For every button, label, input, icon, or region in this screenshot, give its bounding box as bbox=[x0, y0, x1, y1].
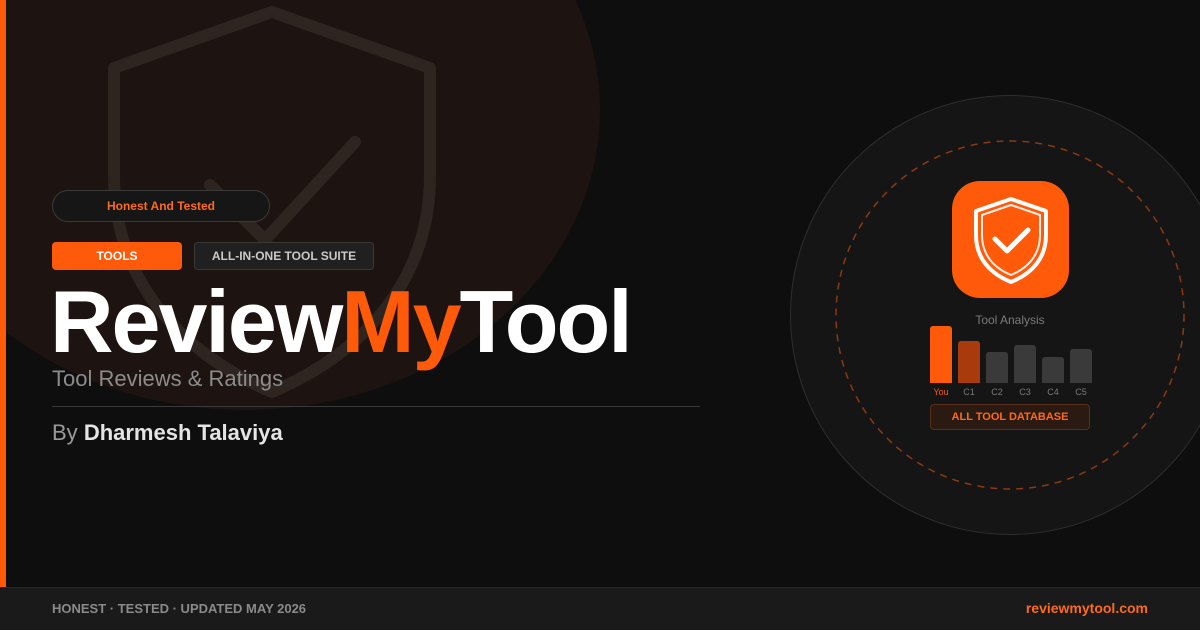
analysis-bar-you bbox=[930, 326, 952, 383]
analysis-bar-label: C5 bbox=[1075, 387, 1087, 397]
byline-prefix: By bbox=[52, 420, 78, 445]
analysis-bar-c3 bbox=[1014, 345, 1036, 383]
analysis-bar-label: C4 bbox=[1047, 387, 1059, 397]
analysis-bar-c5 bbox=[1070, 349, 1092, 383]
og-banner: Honest And Tested TOOLS ALL-IN-ONE TOOL … bbox=[0, 0, 1200, 630]
footer-site-link[interactable]: reviewmytool.com bbox=[1026, 600, 1148, 616]
title-review: Review bbox=[50, 272, 343, 371]
byline: By Dharmesh Talaviya bbox=[52, 420, 283, 446]
analysis-bar-c1 bbox=[958, 341, 980, 383]
footer-tagline: HONEST · TESTED · UPDATED MAY 2026 bbox=[52, 601, 307, 616]
analysis-bar-label: C1 bbox=[963, 387, 975, 397]
tools-tag: TOOLS bbox=[52, 242, 182, 270]
title-tool: Tool bbox=[459, 272, 633, 371]
footer: HONEST · TESTED · UPDATED MAY 2026 revie… bbox=[0, 587, 1200, 630]
analysis-bar-c4 bbox=[1042, 357, 1064, 383]
site-title: ReviewMyTool bbox=[50, 272, 633, 372]
analysis-bar-c2 bbox=[986, 352, 1008, 383]
title-my: My bbox=[341, 272, 461, 371]
divider bbox=[52, 406, 700, 407]
shield-check-icon bbox=[973, 196, 1048, 284]
analysis-label: Tool Analysis bbox=[975, 313, 1045, 327]
honest-tested-badge: Honest And Tested bbox=[52, 190, 270, 222]
accent-bar bbox=[0, 0, 6, 587]
author-name: Dharmesh Talaviya bbox=[83, 420, 283, 445]
subtitle: Tool Reviews & Ratings bbox=[52, 366, 284, 391]
analysis-bar-label: You bbox=[933, 387, 949, 397]
analysis-bar-labels: You C1 C2 C3 C4 C5 bbox=[930, 387, 1092, 401]
analysis-bar-label: C3 bbox=[1019, 387, 1031, 397]
all-tool-database-button[interactable]: ALL TOOL DATABASE bbox=[930, 404, 1090, 430]
app-icon bbox=[952, 181, 1069, 298]
analysis-bar-chart bbox=[930, 326, 1092, 383]
analysis-bar-label: C2 bbox=[991, 387, 1003, 397]
tool-suite-tag: ALL-IN-ONE TOOL SUITE bbox=[194, 242, 374, 270]
